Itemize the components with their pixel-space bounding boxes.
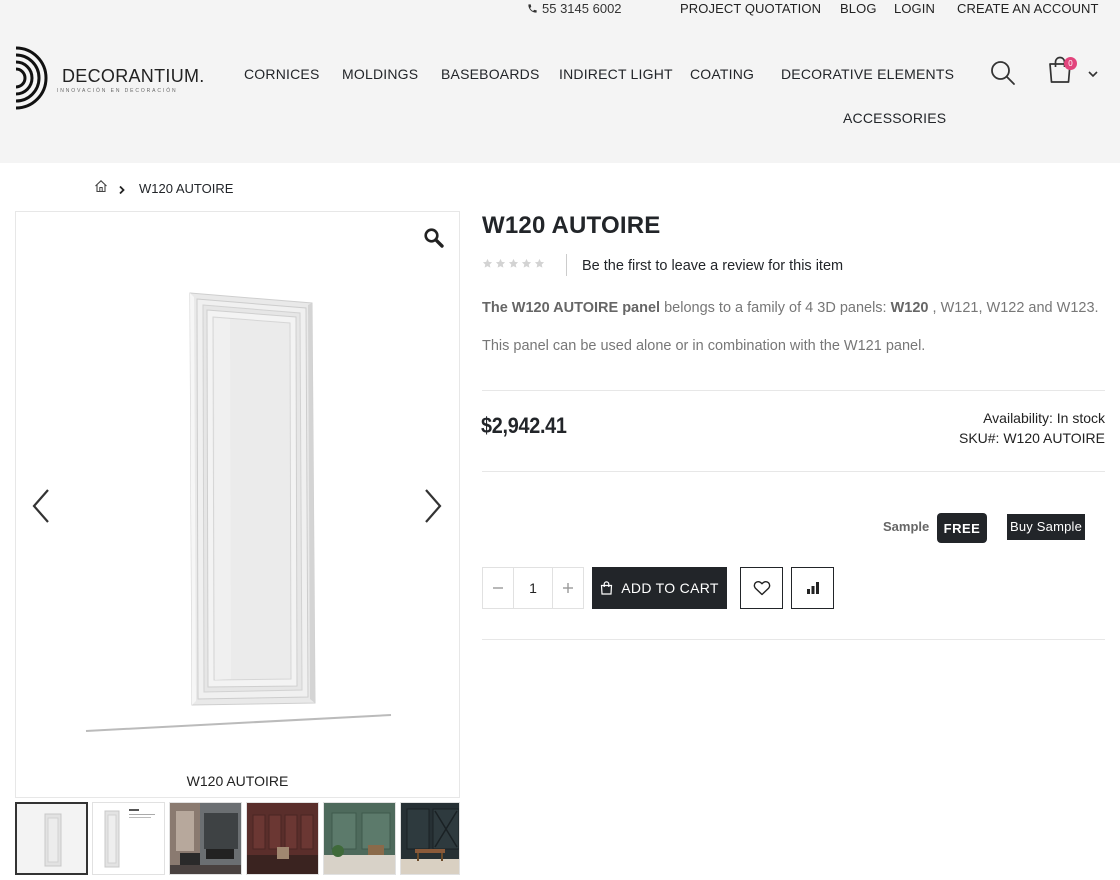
divider [482,471,1105,472]
nav-coating[interactable]: COATING [690,66,754,82]
desc-strong-product: The W120 AUTOIRE panel [482,300,661,316]
compare-button[interactable] [791,567,834,609]
blog-link[interactable]: BLOG [840,1,877,16]
breadcrumb-separator [118,182,126,195]
rating-divider [566,254,567,276]
nav-decorative-elements[interactable]: DECORATIVE ELEMENTS [781,66,954,82]
add-to-cart-button[interactable]: ADD TO CART [592,567,727,609]
phone-icon [528,4,537,13]
create-account-link[interactable]: CREATE AN ACCOUNT [957,1,1099,16]
cart-dropdown-toggle[interactable] [1086,66,1100,78]
arrow-right-icon [425,489,442,523]
desc-text-end: , W121, W122 and W123. [928,300,1099,316]
gallery-prev-button[interactable] [30,488,52,524]
zoom-icon [424,228,444,248]
qty-increase-button[interactable] [553,568,583,608]
availability-status: Availability: In stock [983,410,1105,426]
star-icon [521,258,532,268]
breadcrumb-current: W120 AUTOIRE [139,181,234,196]
desc-text: belongs to a family of 4 3D panels: [660,300,891,316]
product-sku: SKU#: W120 AUTOIRE [958,430,1105,446]
divider [482,639,1105,640]
compare-icon [806,582,819,594]
search-button[interactable] [990,60,1016,86]
shopping-bag-icon [601,581,613,595]
product-image[interactable] [80,285,400,735]
search-icon [991,61,1015,85]
logo-text: DECORANTIUM. [62,66,205,86]
product-price: $2,942.41 [481,413,567,438]
project-quotation-link[interactable]: PROJECT QUOTATION [680,1,821,16]
sample-label: Sample [883,519,930,534]
nav-cornices[interactable]: CORNICES [244,66,320,82]
heart-icon [753,580,770,596]
thumbnail-3[interactable] [169,802,242,875]
breadcrumb-home[interactable] [94,179,108,193]
nav-accessories[interactable]: ACCESSORIES [843,110,946,126]
review-link[interactable]: Be the first to leave a review for this … [582,258,843,274]
free-badge: FREE [937,513,987,543]
plus-icon [563,583,573,593]
logo-tagline: INNOVACIÓN EN DECORACIÓN [57,88,178,94]
thumbnail-5[interactable] [323,802,396,875]
thumbnail-2[interactable] [92,802,165,875]
product-description-2: This panel can be used alone or in combi… [482,338,926,354]
buy-sample-button[interactable]: Buy Sample [1007,514,1085,540]
product-description-1: The W120 AUTOIRE panel belongs to a fami… [482,300,1099,316]
chevron-down-icon [1088,71,1098,78]
phone-contact[interactable]: 55 3145 6002 [527,1,622,16]
minus-icon [493,587,503,589]
cart-count-badge: 0 [1064,57,1077,70]
nav-indirect-light[interactable]: INDIRECT LIGHT [559,66,673,82]
thumbnail-1[interactable] [15,802,88,875]
gallery-next-button[interactable] [422,488,444,524]
star-icon [482,258,493,268]
thumbnail-4[interactable] [246,802,319,875]
wishlist-button[interactable] [740,567,783,609]
thumbnail-6[interactable] [400,802,460,875]
quantity-input[interactable] [513,568,553,608]
header: DECORANTIUM. INNOVACIÓN EN DECORACIÓN CO… [0,18,1120,163]
phone-number: 55 3145 6002 [542,1,622,16]
logo-mark-icon [15,46,48,110]
chevron-right-icon [119,185,125,195]
star-icon [534,258,545,268]
home-icon [95,180,107,193]
rating-stars [482,258,545,269]
star-icon [508,258,519,268]
quantity-stepper [482,567,584,609]
arrow-left-icon [32,489,49,523]
top-bar: 55 3145 6002 PROJECT QUOTATION BLOG LOGI… [0,0,1120,18]
logo[interactable]: DECORANTIUM. INNOVACIÓN EN DECORACIÓN [14,46,204,110]
star-icon [495,258,506,268]
gallery-caption: W120 AUTOIRE [186,773,289,789]
zoom-button[interactable] [423,227,445,249]
qty-decrease-button[interactable] [483,568,513,608]
desc-strong-model: W120 [890,300,929,316]
nav-moldings[interactable]: MOLDINGS [342,66,418,82]
add-to-cart-label: ADD TO CART [621,580,719,596]
divider [482,390,1105,391]
nav-baseboards[interactable]: BASEBOARDS [441,66,539,82]
product-title: W120 AUTOIRE [482,212,661,239]
login-link[interactable]: LOGIN [894,1,935,16]
